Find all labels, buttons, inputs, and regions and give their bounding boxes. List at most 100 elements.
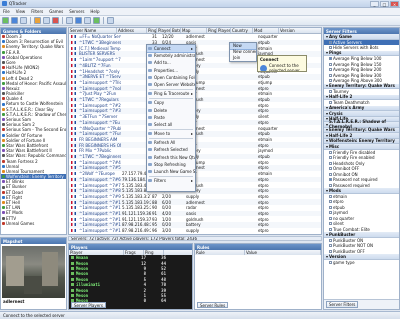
context-item-remotely-administrate-rcon[interactable]: Remotely administrate (Rcon)... <box>147 52 195 59</box>
context-item-open-containing-folder[interactable]: Open Containing Folder <box>147 74 195 81</box>
column-header[interactable]: Map <box>181 28 207 33</box>
column-header[interactable]: Server Name <box>69 28 117 33</box>
filter-checkbox[interactable] <box>329 200 332 204</box>
context-item-refresh-selected[interactable]: Refresh Selected <box>147 146 195 153</box>
context-item-launch-new-game-server[interactable]: Launch New Game Server <box>147 168 195 175</box>
buddies-icon[interactable] <box>93 17 100 24</box>
add-server-icon[interactable] <box>34 17 41 24</box>
stop-icon[interactable] <box>20 17 27 24</box>
menu-help[interactable]: Help <box>90 9 99 14</box>
context-item-connect[interactable]: Connect ▸ <box>147 45 195 54</box>
filter-checkbox[interactable] <box>329 73 332 77</box>
rules-column-header[interactable]: Value <box>245 250 321 255</box>
filter-checkbox[interactable] <box>329 156 332 160</box>
properties-icon[interactable] <box>43 17 50 24</box>
filter-checkbox[interactable] <box>329 178 332 182</box>
context-item-properties[interactable]: Properties... <box>147 67 195 74</box>
maximize-button[interactable]: □ <box>380 1 389 7</box>
server-name: ^1aimsupport ^7Funserver <box>79 131 121 137</box>
game-item[interactable]: Unreal Games <box>1 221 66 226</box>
column-header[interactable]: Mod <box>253 28 279 33</box>
help-icon[interactable] <box>107 17 114 24</box>
context-item-filters[interactable]: Filters ▸ <box>147 177 195 184</box>
filter-checkbox[interactable] <box>329 260 332 264</box>
filter-checkbox[interactable] <box>329 167 332 171</box>
filter-checkbox[interactable] <box>329 216 332 220</box>
filter-checkbox[interactable] <box>329 244 332 248</box>
connect-icon[interactable] <box>11 17 18 24</box>
filter-checkbox[interactable] <box>329 222 332 226</box>
game-icon <box>2 97 5 101</box>
column-header[interactable]: Players <box>217 28 231 33</box>
filter-checkbox[interactable] <box>329 183 332 187</box>
filter-checkbox[interactable] <box>329 57 332 61</box>
filter-checkbox[interactable] <box>329 194 332 198</box>
server-map: goldrush <box>186 216 204 222</box>
server-players-button[interactable]: Server Players <box>71 302 106 308</box>
filter-checkbox[interactable] <box>329 172 332 176</box>
menu-filters[interactable]: Filters <box>31 9 43 14</box>
context-item-refresh-all[interactable]: Refresh All <box>147 139 195 146</box>
settings-icon[interactable] <box>84 17 91 24</box>
country-flag-icon <box>71 58 76 62</box>
filter-checkbox[interactable] <box>329 40 332 44</box>
context-item-delete[interactable]: Delete <box>147 107 195 114</box>
game-icon <box>2 102 5 106</box>
context-item-move-to[interactable]: Move to ▸ <box>147 130 195 137</box>
close-button[interactable]: × <box>390 1 399 7</box>
rules-column-header[interactable]: Rule <box>195 250 245 255</box>
menu-games[interactable]: Games <box>49 9 63 14</box>
context-item-ping-traceroute[interactable]: Ping & Traceroute ▸ <box>147 90 195 97</box>
server-name: ^1aimsupport ^7Eu <box>79 119 120 125</box>
column-header[interactable]: Address <box>117 28 147 33</box>
delete-icon[interactable] <box>52 17 59 24</box>
column-header[interactable]: Ping <box>207 28 217 33</box>
filter-icon[interactable] <box>66 17 73 24</box>
context-item-open-server-website[interactable]: Open Server Website <box>147 81 195 88</box>
filter-checkbox[interactable] <box>329 68 332 72</box>
filter-item[interactable]: game type <box>324 260 399 266</box>
filter-checkbox[interactable] <box>329 79 332 83</box>
menu-view[interactable]: View <box>16 9 26 14</box>
refresh-icon[interactable] <box>2 17 9 24</box>
filter-checkbox[interactable] <box>329 161 332 165</box>
column-header[interactable]: Bots <box>171 28 181 33</box>
server-filters-button[interactable]: Server Filters <box>326 301 359 308</box>
menu-file[interactable]: File <box>3 9 10 14</box>
player-name: Meson <box>76 265 89 271</box>
context-item-add-to[interactable]: Add to... <box>147 59 195 66</box>
context-item-stop-refreshing[interactable]: Stop Refreshing <box>147 161 195 168</box>
player-icon <box>71 272 74 276</box>
column-header[interactable]: Country <box>231 28 253 33</box>
filter-checkbox[interactable] <box>329 150 332 154</box>
context-item-label: Add to... <box>154 60 171 66</box>
context-item-refresh-this-new-qtvy[interactable]: Refresh this New Qtvy <box>147 154 195 161</box>
rcon-icon[interactable] <box>75 17 82 24</box>
submenu-item[interactable]: Join <box>230 55 256 61</box>
filter-checkbox[interactable] <box>329 211 332 215</box>
server-rules-button[interactable]: Server Rules <box>197 302 229 308</box>
filter-checkbox[interactable] <box>329 90 332 94</box>
context-item-select-all[interactable]: Select all <box>147 121 195 128</box>
filter-checkbox[interactable] <box>329 205 332 209</box>
menu-item-icon <box>148 92 152 96</box>
server-mod: etpro <box>258 119 269 125</box>
country-flag-icon <box>71 41 76 45</box>
context-item-copy[interactable]: Copy <box>147 99 195 106</box>
filter-checkbox[interactable] <box>329 249 332 253</box>
filter-checkbox[interactable] <box>329 46 332 50</box>
filter-checkbox[interactable] <box>329 62 332 66</box>
column-header[interactable]: Players <box>157 28 171 33</box>
column-header[interactable]: Version <box>279 28 321 33</box>
context-item-paste[interactable]: Paste <box>147 114 195 121</box>
column-header[interactable]: Ping <box>147 28 157 33</box>
minimize-button[interactable]: _ <box>370 1 379 7</box>
menu-servers[interactable]: Servers <box>69 9 84 14</box>
server-mod: etmain <box>258 136 273 142</box>
filter-checkbox[interactable] <box>329 238 332 242</box>
filter-checkbox[interactable] <box>329 101 332 105</box>
server-row[interactable]: ^1aimsupport ^7#1587.98.216.49:2796096 3/… <box>69 228 321 234</box>
filter-checkbox[interactable] <box>329 227 332 231</box>
expand-icon: ▾ <box>326 33 329 39</box>
server-name: ^3ETFun ^7Server <box>79 114 118 120</box>
